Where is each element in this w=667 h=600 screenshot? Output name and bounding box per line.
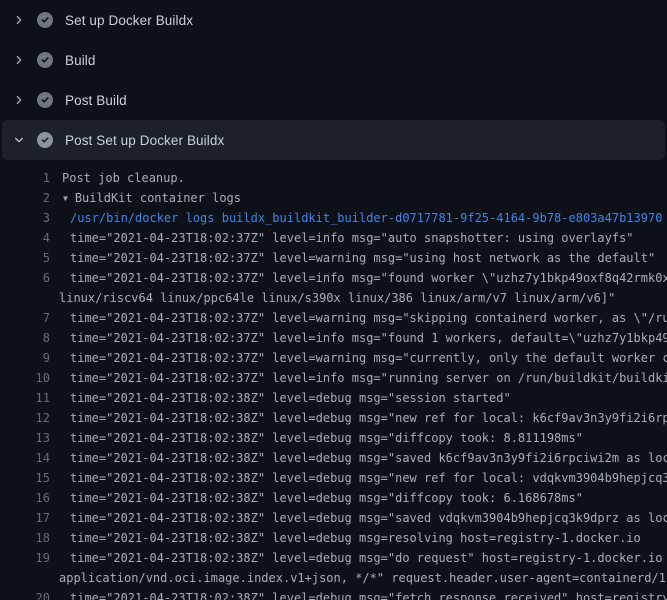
step-row-post-set-up-docker-buildx[interactable]: Post Set up Docker Buildx [2,120,665,160]
log-line-text: application/vnd.oci.image.index.v1+json,… [50,568,667,588]
log-line: 4 time="2021-04-23T18:02:37Z" level=info… [0,228,667,248]
log-line-number[interactable]: 4 [0,228,50,248]
log-line: 17 time="2021-04-23T18:02:38Z" level=deb… [0,508,667,528]
log-line-number[interactable]: 1 [0,168,50,188]
chevron-right-icon [12,13,26,27]
log-line-number[interactable]: 15 [0,468,50,488]
step-title: Build [65,53,96,68]
log-line: 6 time="2021-04-23T18:02:37Z" level=info… [0,268,667,288]
log-line: 15 time="2021-04-23T18:02:38Z" level=deb… [0,468,667,488]
log-line-number[interactable]: 12 [0,408,50,428]
chevron-down-icon [12,133,26,147]
log-line-text: linux/riscv64 linux/ppc64le linux/s390x … [50,288,615,308]
log-line-text: Post job cleanup. [50,168,185,188]
log-line: 14 time="2021-04-23T18:02:38Z" level=deb… [0,448,667,468]
step-title: Post Build [65,93,127,108]
log-line-number[interactable]: 7 [0,308,50,328]
step-list: Set up Docker Buildx Build Post Build Po… [0,0,667,160]
chevron-right-icon [12,93,26,107]
log-line-text: time="2021-04-23T18:02:38Z" level=debug … [50,488,583,508]
chevron-right-icon [12,53,26,67]
log-line-number[interactable]: 18 [0,528,50,548]
log-line-number[interactable]: 13 [0,428,50,448]
log-line-number[interactable]: 17 [0,508,50,528]
log-line-number[interactable]: 20 [0,588,50,600]
log-line: 19 time="2021-04-23T18:02:38Z" level=deb… [0,548,667,568]
log-line-number[interactable]: 14 [0,448,50,468]
step-status-check-icon [37,12,53,28]
log-line-number[interactable]: 19 [0,548,50,568]
log-line-text: time="2021-04-23T18:02:37Z" level=info m… [50,228,634,248]
log-line-text: time="2021-04-23T18:02:37Z" level=warnin… [50,308,667,328]
log-group-toggle[interactable]: BuildKit container logs [68,188,241,208]
log-line-text: time="2021-04-23T18:02:38Z" level=debug … [50,468,667,488]
log-line: 8 time="2021-04-23T18:02:37Z" level=info… [0,328,667,348]
log-line-number[interactable]: 3 [0,208,50,228]
group-caret-icon: ▼ [50,189,68,209]
log-line: 1 Post job cleanup. [0,168,667,188]
log-line-number[interactable]: 6 [0,268,50,288]
log-line-text: time="2021-04-23T18:02:37Z" level=warnin… [50,248,655,268]
log-line-number[interactable]: 11 [0,388,50,408]
log-line: 12 time="2021-04-23T18:02:38Z" level=deb… [0,408,667,428]
log-line: 2 ▼ BuildKit container logs [0,188,667,208]
step-row-build[interactable]: Build [0,40,667,80]
log-line-text: time="2021-04-23T18:02:37Z" level=info m… [50,328,667,348]
log-line: application/vnd.oci.image.index.v1+json,… [0,568,667,588]
log-line: 3 /usr/bin/docker logs buildx_buildkit_b… [0,208,667,228]
step-title: Set up Docker Buildx [65,13,193,28]
log-line-text: /usr/bin/docker logs buildx_buildkit_bui… [50,208,662,228]
log-line: 9 time="2021-04-23T18:02:37Z" level=warn… [0,348,667,368]
log-line: 13 time="2021-04-23T18:02:38Z" level=deb… [0,428,667,448]
log-line-number[interactable]: 9 [0,348,50,368]
log-line-text: time="2021-04-23T18:02:38Z" level=debug … [50,388,511,408]
step-status-check-icon [37,52,53,68]
log-line-text: time="2021-04-23T18:02:38Z" level=debug … [50,428,583,448]
log-line-text: time="2021-04-23T18:02:38Z" level=debug … [50,588,667,600]
step-status-check-icon [37,132,53,148]
log-line: 18 time="2021-04-23T18:02:38Z" level=deb… [0,528,667,548]
log-line-text: time="2021-04-23T18:02:37Z" level=warnin… [50,348,667,368]
log-line: 10 time="2021-04-23T18:02:37Z" level=inf… [0,368,667,388]
log-line-text: time="2021-04-23T18:02:38Z" level=debug … [50,448,667,468]
log-line: 16 time="2021-04-23T18:02:38Z" level=deb… [0,488,667,508]
log-line-number[interactable]: 5 [0,248,50,268]
step-row-post-build[interactable]: Post Build [0,80,667,120]
log-line-number[interactable]: 2 [0,188,50,208]
actions-log-panel: { "colors": { "background": "#0d1117", "… [0,0,667,600]
log-line: 11 time="2021-04-23T18:02:38Z" level=deb… [0,388,667,408]
step-row-set-up-docker-buildx[interactable]: Set up Docker Buildx [0,0,667,40]
log-line-text: time="2021-04-23T18:02:38Z" level=debug … [50,548,667,568]
log-line-number[interactable]: 16 [0,488,50,508]
log-output: 1 Post job cleanup. 2 ▼ BuildKit contain… [0,160,667,600]
log-line-number[interactable]: 10 [0,368,50,388]
log-line-text: time="2021-04-23T18:02:37Z" level=info m… [50,268,667,288]
log-line-number[interactable]: 8 [0,328,50,348]
log-line: 7 time="2021-04-23T18:02:37Z" level=warn… [0,308,667,328]
log-line: linux/riscv64 linux/ppc64le linux/s390x … [0,288,667,308]
step-title: Post Set up Docker Buildx [65,133,224,148]
log-line-text: time="2021-04-23T18:02:38Z" level=debug … [50,528,641,548]
log-line: 5 time="2021-04-23T18:02:37Z" level=warn… [0,248,667,268]
log-line-text: time="2021-04-23T18:02:38Z" level=debug … [50,408,667,428]
step-status-check-icon [37,92,53,108]
log-line-text: time="2021-04-23T18:02:37Z" level=info m… [50,368,667,388]
log-line-text: time="2021-04-23T18:02:38Z" level=debug … [50,508,667,528]
log-line: 20 time="2021-04-23T18:02:38Z" level=deb… [0,588,667,600]
